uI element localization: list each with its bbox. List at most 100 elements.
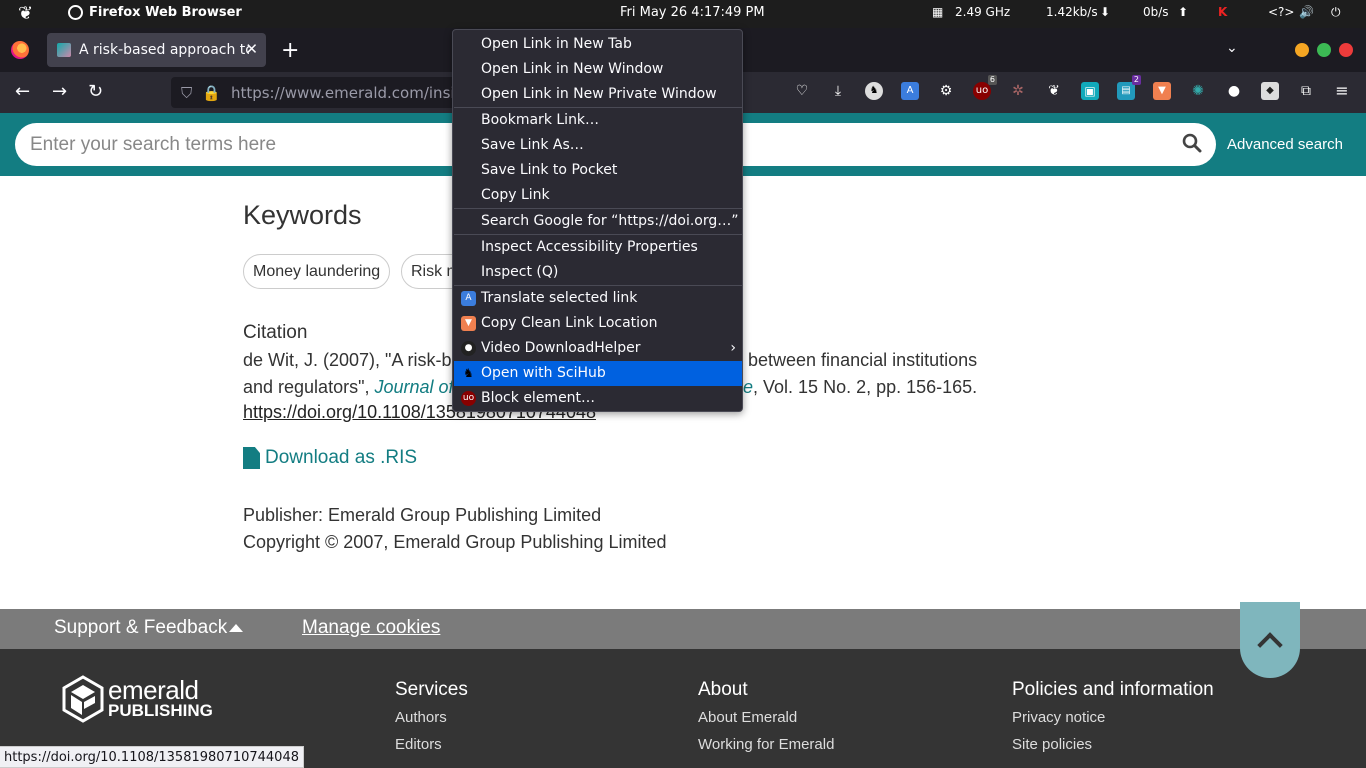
support-bar: Support & Feedback Manage cookies (0, 609, 1366, 649)
network-extension-icon[interactable]: ✺ (1189, 82, 1207, 100)
publisher-text: Publisher: Emerald Group Publishing Limi… (243, 505, 602, 525)
translate-icon: A (461, 291, 476, 306)
scihub-raven-icon[interactable]: ♞ (865, 82, 883, 100)
back-to-top-button[interactable] (1240, 602, 1300, 678)
volume-icon[interactable]: 🔊 (1299, 5, 1314, 19)
save-extension-icon[interactable]: ▣ (1081, 82, 1099, 100)
footer-link[interactable]: Site policies (1012, 736, 1092, 753)
citation-text: e, Vol. 15 No. 2, pp. 156-165. (743, 377, 977, 398)
gnome-extension-icon[interactable]: ❦ (1045, 82, 1063, 100)
citation-text: , Vol. 15 No. 2, pp. 156-165. (753, 377, 978, 397)
footer-link[interactable]: About Emerald (698, 709, 797, 726)
citation-text: between financial institutions (748, 350, 978, 370)
emerald-logo-icon (62, 675, 104, 723)
gear-extension-icon[interactable]: ⚙ (937, 82, 955, 100)
net-down-speed[interactable]: 1.42kb/s (1046, 5, 1098, 19)
clock[interactable]: Fri May 26 4:17:49 PM (620, 5, 765, 20)
minimize-button[interactable] (1295, 43, 1309, 57)
close-window-button[interactable] (1339, 43, 1353, 57)
footer-link[interactable]: Working for Emerald (698, 736, 834, 753)
download-ris-link[interactable]: Download as .RIS (243, 447, 417, 469)
firefox-icon (68, 5, 83, 20)
support-feedback-button[interactable]: Support & Feedback (54, 617, 227, 639)
net-up-speed[interactable]: 0b/s (1143, 5, 1169, 19)
menu-item-label: Translate selected link (481, 290, 638, 306)
footer-link[interactable]: Privacy notice (1012, 709, 1105, 726)
menu-item-inspect[interactable]: Inspect (Q) (454, 260, 742, 285)
lock-icon[interactable]: 🔒 (202, 84, 221, 102)
bug-extension-icon[interactable]: ✲ (1009, 82, 1027, 100)
hamburger-menu-icon[interactable]: ≡ (1333, 82, 1351, 100)
footer-heading-services: Services (395, 679, 468, 700)
menu-item-open-with-scihub[interactable]: ♞ Open with SciHub (454, 361, 742, 386)
calendar-extension-icon[interactable]: ▤ 2 (1117, 75, 1141, 100)
firefox-view-icon[interactable] (11, 41, 29, 59)
journal-link[interactable]: Journal of (374, 377, 453, 397)
translate-icon[interactable]: A (901, 82, 919, 100)
video-downloadhelper-icon[interactable]: ● (1225, 82, 1243, 100)
copyright-text: Copyright © 2007, Emerald Group Publishi… (243, 532, 667, 552)
emerald-logo[interactable]: emerald PUBLISHING (62, 675, 213, 723)
menu-item-video-downloadhelper[interactable]: ● Video DownloadHelper › (454, 336, 742, 361)
citation-text: and regulators", Journal of (243, 377, 454, 398)
manage-cookies-link[interactable]: Manage cookies (302, 617, 440, 639)
forward-arrow-icon[interactable]: → (52, 81, 67, 102)
up-arrow-icon: ⬆ (1178, 5, 1189, 19)
clean-link-icon[interactable]: ▼ (1153, 82, 1171, 100)
extensions-puzzle-icon[interactable]: ⧉ (1297, 82, 1315, 100)
kaspersky-icon[interactable]: K (1218, 5, 1227, 19)
menu-item-open-new-tab[interactable]: Open Link in New Tab (454, 32, 742, 57)
keyboard-layout[interactable]: <?> (1268, 5, 1294, 19)
power-icon[interactable]: ⏻ (1331, 5, 1341, 20)
close-tab-icon[interactable]: ✕ (245, 40, 258, 58)
menu-item-open-new-window[interactable]: Open Link in New Window (454, 57, 742, 82)
cpu-frequency[interactable]: 2.49 GHz (955, 5, 1010, 19)
maximize-button[interactable] (1317, 43, 1331, 57)
new-tab-button[interactable]: + (281, 38, 299, 63)
document-icon (243, 447, 260, 469)
menu-item-translate-link[interactable]: A Translate selected link (454, 286, 742, 311)
calendar-badge: 2 (1131, 75, 1141, 85)
search-icon[interactable] (1182, 133, 1202, 153)
menu-item-save-link-as[interactable]: Save Link As… (454, 133, 742, 158)
menu-item-label: Copy Clean Link Location (481, 315, 658, 331)
reload-icon[interactable]: ↻ (88, 81, 103, 102)
submenu-arrow-icon: › (730, 340, 736, 356)
menu-item-copy-clean-link[interactable]: ▼ Copy Clean Link Location (454, 311, 742, 336)
system-top-bar: ❦ Firefox Web Browser Fri May 26 4:17:49… (0, 0, 1366, 28)
advanced-search-link[interactable]: Advanced search (1227, 136, 1343, 153)
ublock-origin-icon[interactable]: uo 6 (973, 75, 997, 100)
app-menu[interactable]: Firefox Web Browser (68, 5, 242, 20)
menu-item-open-private-window[interactable]: Open Link in New Private Window (454, 82, 742, 107)
menu-item-block-element[interactable]: uo Block element… (454, 386, 742, 411)
menu-item-inspect-accessibility[interactable]: Inspect Accessibility Properties (454, 235, 742, 260)
link-context-menu: Open Link in New Tab Open Link in New Wi… (452, 29, 743, 412)
footer-link[interactable]: Authors (395, 709, 447, 726)
scihub-raven-icon: ♞ (461, 366, 476, 381)
link-status-url: https://doi.org/10.1108/1358198071074404… (0, 746, 304, 768)
footer-link[interactable]: Editors (395, 736, 442, 753)
tab-active[interactable]: A risk-based approach to AML ✕ (47, 33, 266, 67)
shield-icon[interactable]: ⛉ (181, 84, 192, 102)
citation-text: de Wit, J. (2007), "A risk-ba (243, 350, 462, 370)
logo-text-bottom: PUBLISHING (108, 701, 213, 720)
menu-item-bookmark-link[interactable]: Bookmark Link… (454, 108, 742, 133)
list-all-tabs-chevron-icon[interactable]: ⌄ (1226, 40, 1238, 56)
back-arrow-icon[interactable]: ← (15, 81, 30, 102)
url-text[interactable]: https://www.emerald.com/insight (231, 84, 461, 102)
journal-link[interactable]: e (743, 377, 753, 397)
citation-text: and regulators", (243, 377, 370, 397)
shield-extension-icon[interactable]: ◆ (1261, 82, 1279, 100)
keyword-chip[interactable]: Money laundering (243, 254, 391, 289)
caret-up-icon[interactable] (229, 624, 243, 632)
download-ris-label: Download as .RIS (265, 447, 418, 468)
menu-item-copy-link[interactable]: Copy Link (454, 183, 742, 208)
downloads-icon[interactable]: ⤓ (829, 82, 847, 100)
menu-item-save-to-pocket[interactable]: Save Link to Pocket (454, 158, 742, 183)
menu-item-search-google[interactable]: Search Google for “https://doi.org…” (454, 209, 742, 234)
pocket-icon[interactable]: ♡ (793, 82, 811, 100)
gnome-foot-icon[interactable]: ❦ (18, 3, 33, 24)
menu-item-label: Open with SciHub (481, 365, 606, 381)
footer-heading-policies: Policies and information (1012, 679, 1214, 700)
url-bar[interactable]: ⛉ 🔒 https://www.emerald.com/insight (171, 77, 461, 108)
